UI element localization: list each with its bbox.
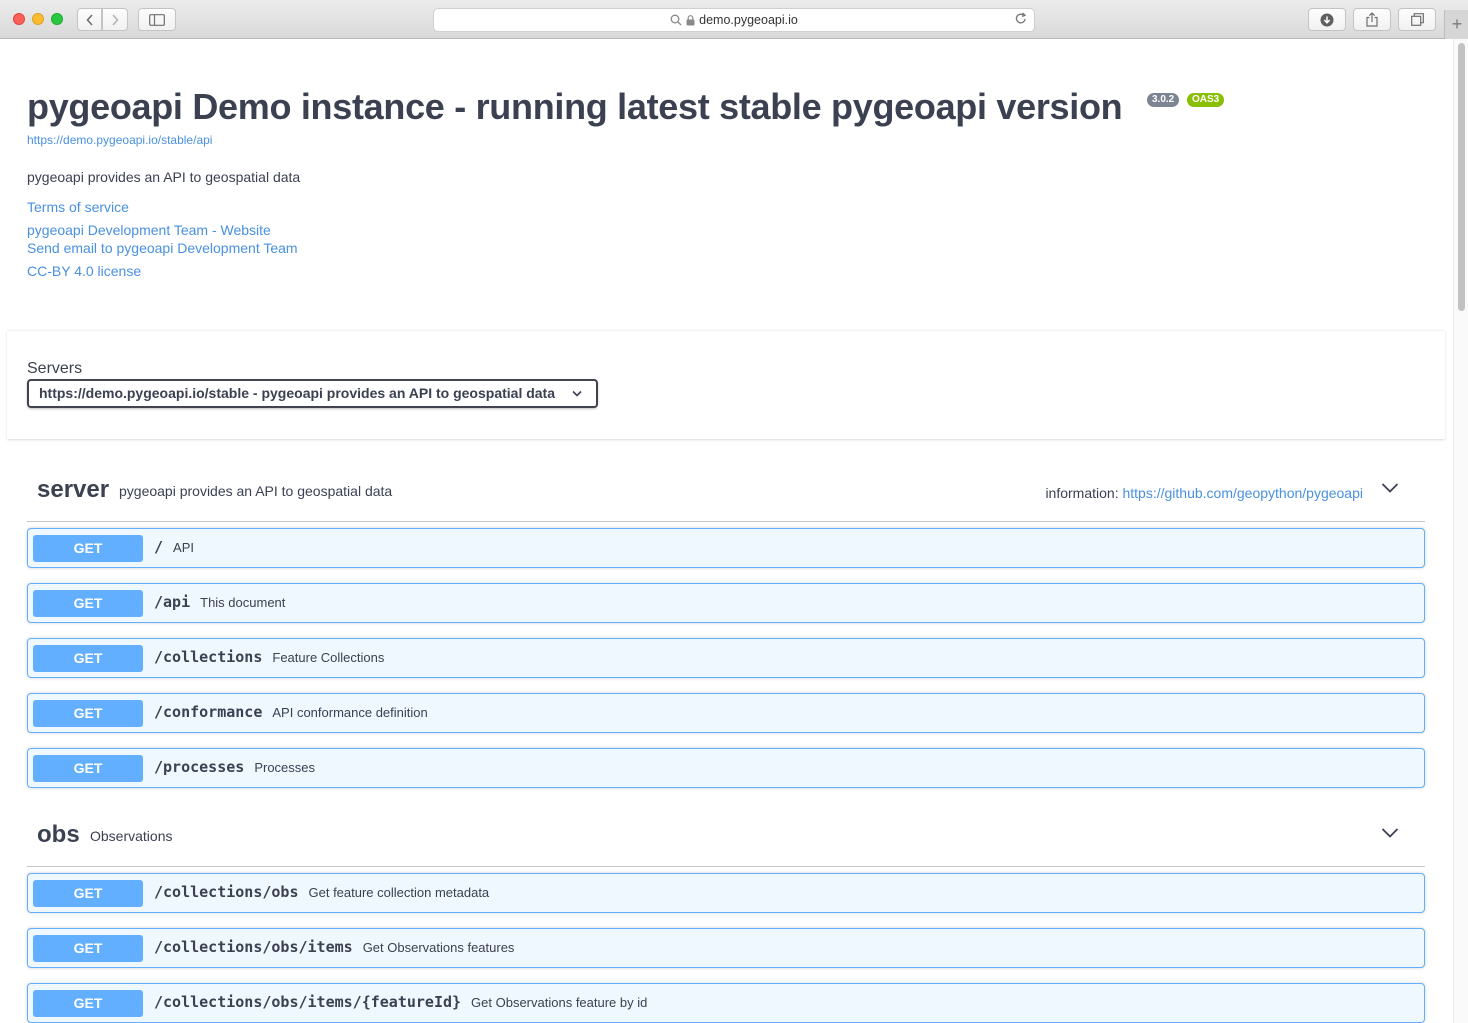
chevron-right-icon (112, 13, 119, 26)
tag-external-docs: information: https://github.com/geopytho… (1045, 485, 1363, 501)
new-tab-button[interactable]: + (1444, 10, 1468, 39)
page-title: pygeoapi Demo instance - running latest … (27, 86, 1123, 127)
operation-path: /collections Feature Collections (154, 648, 385, 666)
operation-summary: Get Observations feature by id (471, 995, 648, 1010)
operation-summary: API (173, 540, 194, 555)
operation-get-root[interactable]: GET / API (27, 528, 1425, 568)
operation-summary: API conformance definition (272, 705, 428, 720)
operation-summary: This document (200, 595, 286, 610)
version-badge: 3.0.2 (1147, 93, 1180, 107)
operation-get-collections-obs[interactable]: GET /collections/obs Get feature collecti… (27, 873, 1425, 913)
servers-select[interactable]: https://demo.pygeoapi.io/stable - pygeoa… (27, 379, 598, 408)
page-scrollbar[interactable] (1453, 39, 1468, 1023)
sidebar-button[interactable] (138, 8, 176, 31)
tabs-icon (1410, 13, 1424, 26)
method-badge: GET (33, 590, 143, 617)
api-description: pygeoapi provides an API to geospatial d… (27, 169, 301, 185)
servers-section: Servers https://demo.pygeoapi.io/stable … (7, 330, 1445, 439)
method-badge: GET (33, 880, 143, 907)
operation-get-processes[interactable]: GET /processes Processes (27, 748, 1425, 788)
tag-server-header[interactable]: server pygeoapi provides an API to geosp… (27, 470, 1425, 522)
operation-path: /conformance API conformance definition (154, 703, 428, 721)
chevron-left-icon (85, 13, 93, 26)
search-icon (670, 14, 682, 26)
operation-summary: Get feature collection metadata (308, 885, 490, 900)
method-badge: GET (33, 700, 143, 727)
browser-toolbar: demo.pygeoapi.io + (0, 0, 1468, 39)
oas-badge: OAS3 (1187, 93, 1225, 107)
base-url-link[interactable]: https://demo.pygeoapi.io/stable/api (27, 133, 212, 147)
zoom-window-button[interactable] (51, 13, 63, 25)
operation-path: / API (154, 538, 194, 556)
operation-get-collections-obs-items[interactable]: GET /collections/obs/items Get Observatio… (27, 928, 1425, 968)
forward-button[interactable] (102, 8, 128, 31)
plus-icon: + (1451, 14, 1463, 34)
operation-get-conformance[interactable]: GET /conformance API conformance definiti… (27, 693, 1425, 733)
reload-icon[interactable] (1015, 12, 1027, 28)
close-window-button[interactable] (13, 13, 25, 25)
email-link[interactable]: Send email to pygeoapi Development Team (27, 240, 298, 256)
operation-get-collections[interactable]: GET /collections Feature Collections (27, 638, 1425, 678)
download-icon (1320, 13, 1334, 26)
tag-name: obs (37, 821, 80, 848)
address-bar[interactable]: demo.pygeoapi.io (433, 8, 1035, 32)
downloads-button[interactable] (1308, 8, 1346, 31)
operation-get-collections-obs-item-by-id[interactable]: GET /collections/obs/items/{featureId} Ge… (27, 983, 1425, 1023)
tag-info-label: information: (1045, 485, 1119, 501)
servers-label: Servers (27, 360, 83, 377)
method-badge: GET (33, 990, 143, 1017)
minimize-window-button[interactable] (32, 13, 44, 25)
operation-summary: Get Observations features (362, 940, 515, 955)
lock-icon (686, 14, 695, 25)
method-badge: GET (33, 755, 143, 782)
scrollbar-thumb[interactable] (1458, 43, 1465, 311)
tabs-overview-button[interactable] (1398, 8, 1436, 31)
operation-summary: Processes (254, 760, 316, 775)
url-text: demo.pygeoapi.io (699, 13, 798, 27)
operation-path: /processes Processes (154, 758, 316, 776)
terms-of-service-link[interactable]: Terms of service (27, 199, 129, 215)
tag-info-link[interactable]: https://github.com/geopython/pygeoapi (1122, 485, 1363, 501)
sidebar-icon (149, 13, 165, 26)
tag-name: server (37, 476, 110, 503)
website-link[interactable]: pygeoapi Development Team - Website (27, 222, 271, 238)
tag-description: Observations (90, 828, 173, 844)
back-button[interactable] (77, 8, 102, 31)
chevron-down-icon (572, 381, 582, 406)
share-button[interactable] (1353, 8, 1391, 31)
method-badge: GET (33, 535, 143, 562)
license-link[interactable]: CC-BY 4.0 license (27, 263, 141, 279)
servers-selected-value: https://demo.pygeoapi.io/stable - pygeoa… (39, 385, 556, 401)
tag-obs-header[interactable]: obs Observations (27, 815, 1425, 867)
operation-path: /collections/obs/items/{featureId} Get Ob… (154, 993, 648, 1011)
operation-summary: Feature Collections (272, 650, 385, 665)
operation-get-api[interactable]: GET /api This document (27, 583, 1425, 623)
share-icon (1366, 12, 1378, 27)
method-badge: GET (33, 935, 143, 962)
tag-description: pygeoapi provides an API to geospatial d… (119, 483, 393, 499)
operation-path: /collections/obs/items Get Observations f… (154, 938, 515, 956)
operation-path: /collections/obs Get feature collection m… (154, 883, 490, 901)
chevron-down-icon[interactable] (1381, 479, 1399, 497)
method-badge: GET (33, 645, 143, 672)
operation-path: /api This document (154, 593, 286, 611)
chevron-down-icon[interactable] (1381, 824, 1399, 842)
